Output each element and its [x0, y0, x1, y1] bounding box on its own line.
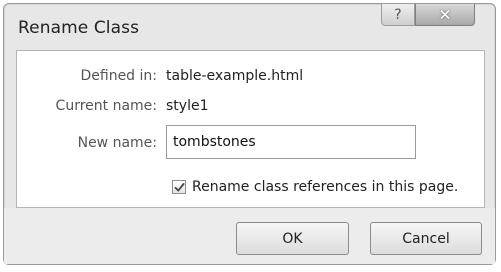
- help-icon: ?: [394, 6, 402, 23]
- rename-class-dialog: Rename Class ? ✕ Defined in: table-examp…: [3, 3, 496, 265]
- rename-references-label: Rename class references in this page.: [192, 179, 459, 195]
- new-name-input[interactable]: [166, 125, 416, 159]
- close-button[interactable]: ✕: [415, 4, 475, 26]
- rename-references-option[interactable]: Rename class references in this page.: [172, 179, 458, 195]
- help-button[interactable]: ?: [381, 4, 415, 26]
- current-name-label: Current name:: [55, 98, 157, 114]
- checkmark-icon: [174, 182, 184, 191]
- dialog-title: Rename Class: [18, 18, 140, 38]
- current-name-value: style1: [166, 98, 209, 114]
- new-name-label: New name:: [77, 135, 157, 151]
- rename-references-checkbox[interactable]: [172, 180, 186, 194]
- cancel-button[interactable]: Cancel: [370, 222, 482, 255]
- ok-button[interactable]: OK: [236, 222, 349, 255]
- dialog-content: Defined in: table-example.html Current n…: [16, 50, 485, 208]
- dialog-footer: OK Cancel: [4, 208, 495, 264]
- defined-in-label: Defined in:: [80, 68, 157, 84]
- close-icon: ✕: [438, 5, 452, 24]
- defined-in-value: table-example.html: [166, 68, 304, 84]
